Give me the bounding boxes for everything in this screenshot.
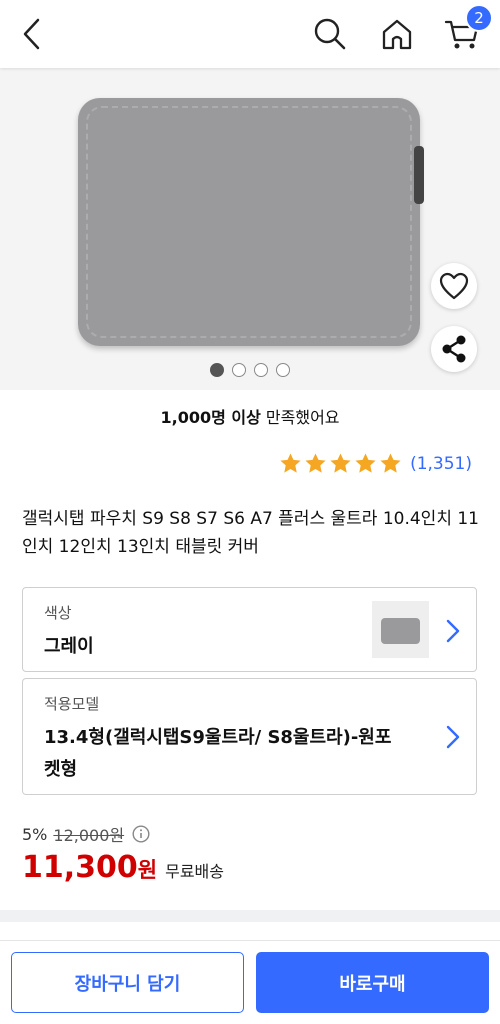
shipping-info: 무료배송 <box>165 862 224 881</box>
bottom-action-bar: 장바구니 담기 바로구매 <box>0 940 500 1024</box>
gallery-pagination <box>0 363 500 377</box>
sale-price: 11,300 <box>22 850 138 885</box>
pagination-dot[interactable] <box>254 363 268 377</box>
product-image-gallery[interactable] <box>0 68 500 390</box>
product-image <box>78 98 424 346</box>
option-model[interactable]: 적용모델 13.4형(갤럭시탭S9울트라/ S8울트라)-원포켓형 <box>22 678 477 795</box>
pagination-dot[interactable] <box>232 363 246 377</box>
pagination-dot[interactable] <box>276 363 290 377</box>
price-discount-row: 5% 12,000원 <box>22 822 150 846</box>
share-icon <box>442 335 466 363</box>
buy-now-button[interactable]: 바로구매 <box>256 952 489 1013</box>
satisfaction-text: 1,000명 이상 만족했어요 <box>0 404 500 428</box>
star-rating <box>279 452 402 475</box>
star-icon <box>280 453 301 473</box>
rating[interactable]: (1,351) <box>279 452 472 475</box>
search-button[interactable] <box>310 14 350 54</box>
option-value: 그레이 <box>44 636 94 657</box>
section-divider <box>0 910 500 922</box>
chevron-left-icon <box>23 18 40 50</box>
star-icon <box>355 453 376 473</box>
chevron-right-icon <box>446 619 460 643</box>
option-label: 색상 <box>44 604 72 622</box>
back-button[interactable] <box>12 14 52 54</box>
option-thumbnail <box>372 601 429 658</box>
satisfaction-suffix: 만족했어요 <box>260 408 340 427</box>
review-count[interactable]: (1,351) <box>410 454 472 474</box>
option-color[interactable]: 색상 그레이 <box>22 587 477 672</box>
add-to-cart-button[interactable]: 장바구니 담기 <box>11 952 244 1013</box>
star-icon <box>380 453 401 473</box>
option-value: 13.4형(갤럭시탭S9울트라/ S8울트라)-원포켓형 <box>44 727 392 780</box>
search-icon <box>314 18 346 50</box>
info-icon[interactable] <box>132 825 150 843</box>
top-app-bar <box>0 0 500 68</box>
star-icon <box>330 453 351 473</box>
cart-count-badge: 2 <box>465 4 493 32</box>
star-icon <box>305 453 326 473</box>
original-price: 12,000원 <box>53 826 125 845</box>
pagination-dot[interactable] <box>210 363 224 377</box>
heart-icon <box>439 272 469 300</box>
option-label: 적용모델 <box>44 695 100 713</box>
like-button[interactable] <box>431 263 477 309</box>
chevron-right-icon <box>446 725 460 749</box>
satisfaction-count: 1,000명 이상 <box>160 408 261 427</box>
currency-unit: 원 <box>137 858 158 882</box>
product-title: 갤럭시탭 파우치 S9 S8 S7 S6 A7 플러스 울트라 10.4인치 1… <box>22 509 479 557</box>
home-icon <box>382 19 412 50</box>
discount-rate: 5% <box>22 824 48 844</box>
sale-price-row: 11,300 원 무료배송 <box>22 850 224 885</box>
home-button[interactable] <box>377 14 417 54</box>
